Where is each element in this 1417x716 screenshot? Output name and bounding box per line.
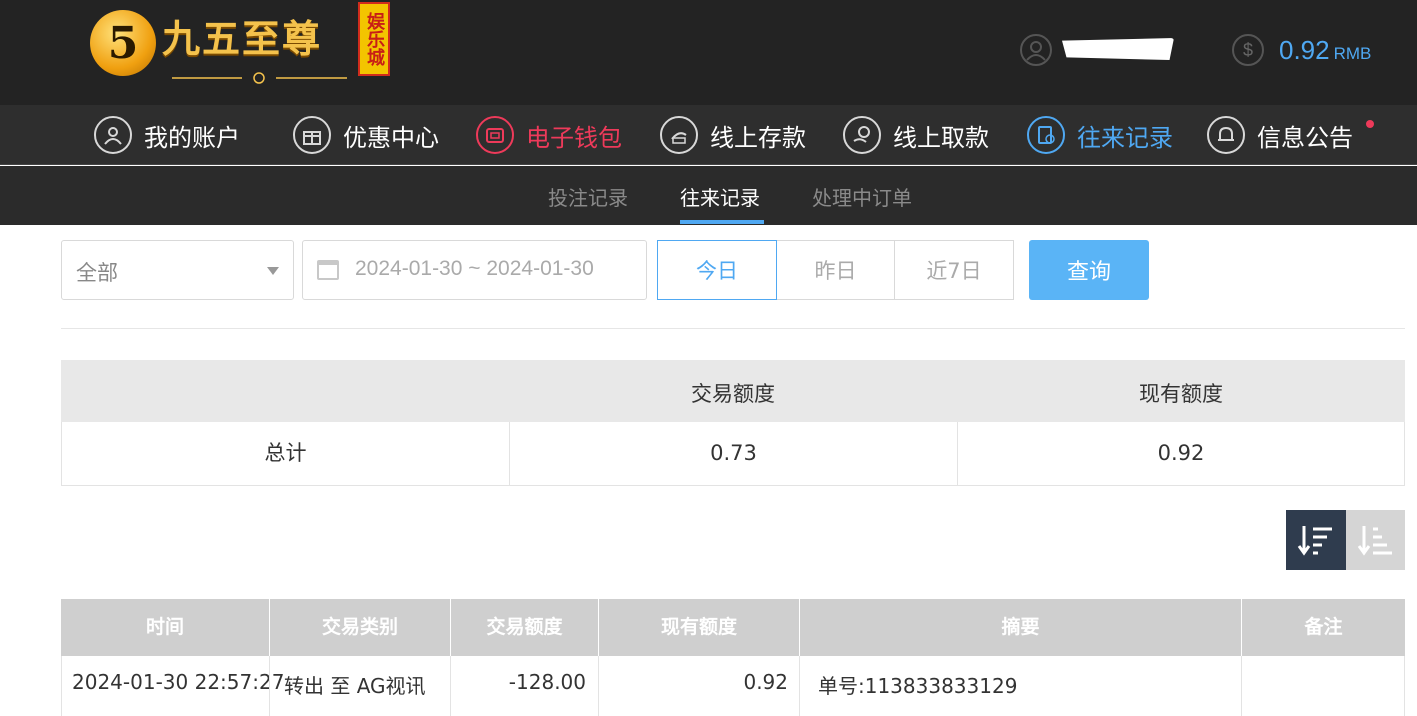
nav-item-e-wallet[interactable]: 电子钱包 (476, 115, 622, 155)
col-time: 时间 (145, 616, 184, 638)
bell-icon (1207, 116, 1245, 154)
balance-display: 0.92 RMB (1279, 34, 1371, 70)
nav-item-announcements[interactable]: 信息公告 (1207, 115, 1353, 155)
today-button[interactable]: 今日 (657, 240, 777, 300)
nav-label: 优惠中心 (343, 123, 439, 152)
nav-label: 信息公告 (1257, 123, 1353, 152)
last-7-days-button[interactable]: 近7日 (894, 240, 1014, 300)
summary-current-amount: 0.92 (1157, 441, 1205, 465)
sub-nav: 投注记录 往来记录 处理中订单 (0, 166, 1417, 225)
records-icon (1027, 116, 1065, 154)
main-nav: 我的账户 优惠中心 电子钱包 线上存款 线上取款 往来记录 信息公告 (0, 105, 1417, 165)
user-icon (94, 116, 132, 154)
summary-row: 总计 0.73 0.92 (61, 422, 1405, 486)
nav-label: 往来记录 (1077, 123, 1173, 152)
sort-ascending-icon (1357, 526, 1392, 556)
summary-header: 交易额度 现有额度 (61, 360, 1405, 422)
table-row: 2024-01-30 22:57:27 转出 至 AG视讯 -128.00 0.… (61, 656, 1405, 716)
sort-descending-button[interactable] (1286, 510, 1346, 570)
nav-item-online-deposit[interactable]: 线上存款 (660, 115, 806, 155)
subtab-transaction-records[interactable]: 往来记录 (680, 182, 760, 211)
active-tab-indicator (680, 220, 764, 224)
yesterday-button[interactable]: 昨日 (776, 240, 895, 300)
logo-seal: 娱乐城 (358, 2, 390, 76)
row-summary: 单号:113833833129 (818, 674, 1018, 698)
row-time: 2024-01-30 22:57:27 (72, 670, 285, 694)
sort-descending-icon (1297, 526, 1332, 556)
logo-ornament (172, 72, 347, 84)
nav-item-online-withdraw[interactable]: 线上取款 (843, 115, 989, 155)
summary-trade-amount: 0.73 (710, 441, 757, 465)
sort-ascending-button[interactable] (1346, 510, 1405, 570)
col-type: 交易类别 (321, 616, 398, 638)
nav-item-transaction-records[interactable]: 往来记录 (1027, 115, 1173, 155)
nav-label: 电子钱包 (526, 123, 622, 152)
logo-badge: 5 (90, 10, 156, 76)
logo-title: 九五至尊 (162, 16, 323, 61)
balance-currency: RMB (1333, 44, 1372, 63)
date-range-picker[interactable]: 2024-01-30 ~ 2024-01-30 (302, 240, 647, 300)
dollar-icon: $ (1232, 34, 1264, 66)
caret-down-icon (267, 267, 279, 275)
site-logo[interactable]: 5 九五至尊 (90, 10, 347, 88)
subtab-pending-orders[interactable]: 处理中订单 (812, 182, 912, 211)
calendar-icon (317, 260, 339, 280)
col-note: 备注 (1304, 616, 1343, 638)
row-type: 转出 至 AG视讯 (284, 674, 426, 698)
wallet-icon (476, 116, 514, 154)
gift-icon (293, 116, 331, 154)
type-select[interactable]: 全部 (61, 240, 294, 300)
balance-amount: 0.92 (1279, 35, 1330, 65)
top-header: 5 九五至尊 娱乐城 $ 0.92 RMB (0, 0, 1417, 105)
deposit-icon (660, 116, 698, 154)
date-range-value: 2024-01-30 ~ 2024-01-30 (355, 257, 594, 280)
user-avatar-icon[interactable] (1020, 34, 1052, 66)
notification-dot (1366, 120, 1374, 128)
summary-header-current-amount: 现有额度 (1139, 382, 1223, 406)
withdraw-icon (843, 116, 881, 154)
type-select-value: 全部 (76, 261, 118, 285)
row-balance: 0.92 (743, 670, 788, 694)
query-button[interactable]: 查询 (1029, 240, 1149, 300)
row-amount: -128.00 (508, 670, 586, 694)
username[interactable] (1062, 38, 1174, 60)
nav-label: 线上存款 (710, 123, 806, 152)
nav-label: 我的账户 (144, 123, 240, 152)
subtab-bet-records[interactable]: 投注记录 (548, 182, 628, 211)
divider (61, 328, 1405, 329)
summary-header-trade-amount: 交易额度 (691, 382, 775, 406)
summary-total-label: 总计 (264, 441, 307, 465)
nav-item-my-account[interactable]: 我的账户 (94, 115, 240, 155)
nav-item-promotions[interactable]: 优惠中心 (293, 115, 439, 155)
col-balance: 现有额度 (660, 616, 737, 638)
records-table-header: 时间 交易类别 交易额度 现有额度 摘要 备注 (61, 599, 1405, 656)
col-summary: 摘要 (1001, 616, 1040, 638)
col-amount: 交易额度 (486, 616, 563, 638)
nav-label: 线上取款 (893, 123, 989, 152)
